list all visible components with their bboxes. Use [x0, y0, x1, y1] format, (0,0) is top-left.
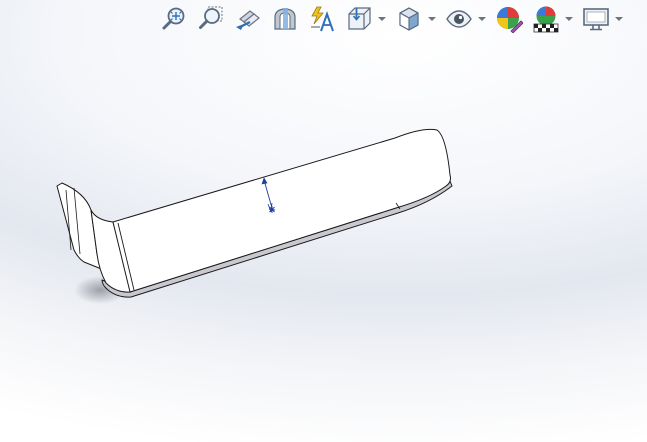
sheet-metal-bracket[interactable]: [56, 128, 453, 298]
model-graphics: [56, 128, 453, 304]
graphics-viewport[interactable]: [0, 0, 647, 442]
